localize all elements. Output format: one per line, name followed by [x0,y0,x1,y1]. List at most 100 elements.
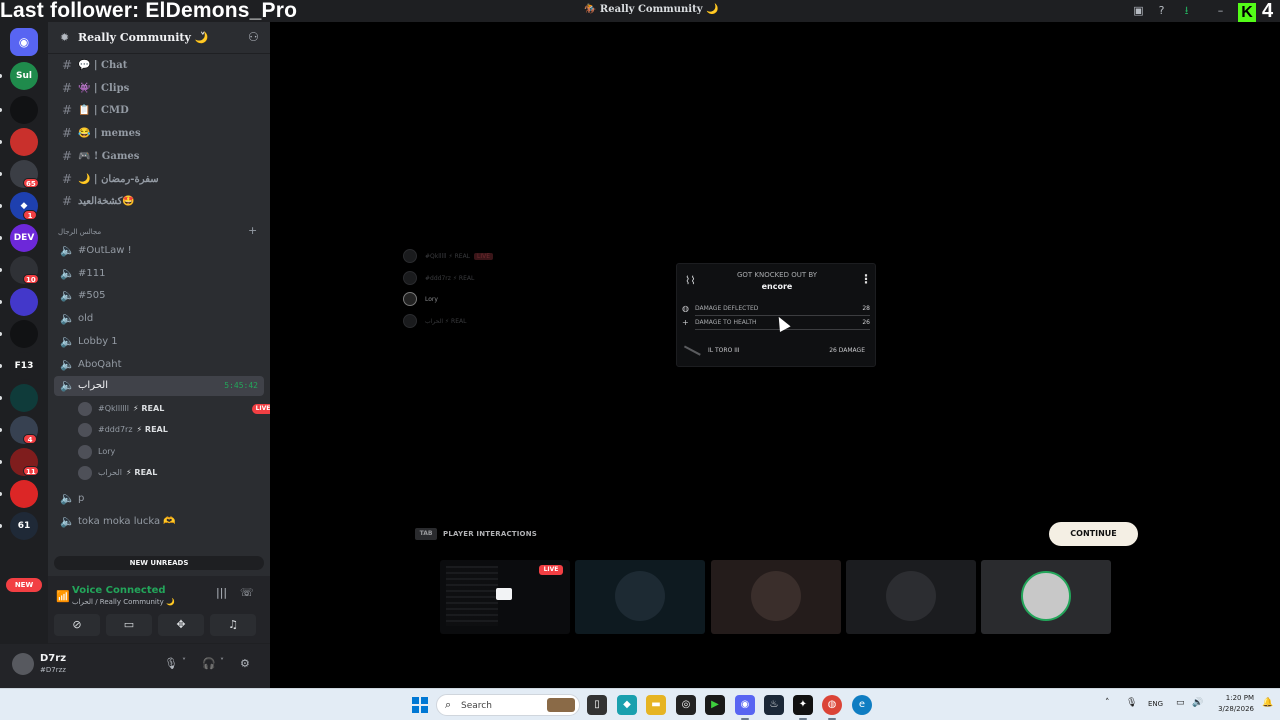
language-indicator[interactable]: ENG [1148,700,1163,708]
discord-taskbar-icon[interactable]: ◉ [735,695,755,720]
voice-channel[interactable]: 🔈 p [54,489,264,509]
text-channel[interactable]: # كشخةالعيد🤩 [54,192,264,212]
text-channel[interactable]: # 👾 | Clips [54,79,264,99]
headphones-icon[interactable]: 🎧 [202,657,216,670]
network-icon[interactable]: ▭ [1176,698,1185,708]
task-view-icon[interactable]: ▯ [587,695,607,715]
camera-off-button[interactable]: ⊘ [54,614,100,636]
microphone-icon[interactable]: 🎙 [164,657,178,670]
user-name[interactable]: D7rz [40,653,66,664]
server-icon[interactable] [10,96,38,124]
shield-icon: ◍ [682,304,689,313]
server-icon[interactable] [10,128,38,156]
server-icon[interactable] [10,288,38,316]
voice-channel[interactable]: 🔈 Lobby 1 [54,332,264,352]
speaker-icon: 🔈 [60,378,75,392]
kick-logo-icon: K [1238,3,1256,23]
microphone-icon[interactable]: 🎙 [1126,698,1137,708]
terminal-icon[interactable]: ▶ [705,695,725,715]
avatar [403,270,417,285]
search-placeholder: Search [461,701,492,711]
server-icon[interactable]: 61 [10,512,38,540]
hashtag-icon: # [61,103,73,118]
file-explorer-icon[interactable]: ▬ [646,695,666,715]
channel-name: كشخةالعيد🤩 [78,196,135,208]
search-highlight-image [547,698,575,712]
participant-tile[interactable] [981,560,1111,634]
help-icon[interactable]: ? [1155,4,1168,17]
text-channel[interactable]: # 😂 | memes [54,124,264,144]
download-icon[interactable]: ⭳ [1180,4,1193,17]
text-channel[interactable]: # 🎮 ! Games [54,147,264,167]
text-channel[interactable]: # 💬 | Chat [54,56,264,76]
notification-bell-icon[interactable]: 🔔 [1262,698,1273,708]
soundboard-button[interactable]: ♫ [210,614,256,636]
noise-suppression-icon[interactable]: ||| [216,586,227,599]
voice-user[interactable]: Lory💬 [78,442,264,462]
stream-tile-screen[interactable]: LIVE [440,560,570,634]
inbox-icon[interactable]: ▣ [1132,4,1145,17]
unread-indicator [0,74,2,78]
windows-start-icon[interactable] [412,697,428,713]
new-unreads-bar[interactable]: NEW UNREADS [54,556,264,570]
volume-icon[interactable]: 🔊 [1192,698,1203,708]
voice-channel[interactable]: 🔈 #111 [54,264,264,284]
signal-icon[interactable]: 📶 [56,590,70,603]
mention-badge: 1 [23,210,37,220]
voice-channel[interactable]: 🔈 toka moka lucka 🫶 [54,512,264,532]
server-icon[interactable]: F13 [10,352,38,380]
category-header[interactable]: مجالس الرجال [58,228,101,236]
stream-view[interactable]: #Qklllll ⚡ REAL LIVE #ddd7rz ⚡ REAL Lory ال… [270,22,1280,688]
voice-channel[interactable]: 🔈 #OutLaw ! [54,241,264,261]
create-channel-icon[interactable]: + [248,224,257,237]
more-options-icon[interactable]: ⋮ [860,272,872,286]
voice-user[interactable]: الحراب⚡ REAL🎮 [78,463,264,483]
server-icon[interactable] [10,320,38,348]
voice-channel[interactable]: 🔈 AboQaht [54,355,264,375]
chevron-down-icon[interactable]: ˅ [182,657,186,666]
participant-tile[interactable] [575,560,705,634]
voice-channel-active[interactable]: 🔈 الحراب 5:45:42 [54,376,264,396]
taskbar-search[interactable]: ⌕ Search [436,694,580,716]
activities-button[interactable]: ✥ [158,614,204,636]
avatar [886,571,936,621]
user-tag: ⚡ REAL [126,467,158,477]
screen-share-icon [496,588,512,600]
chevron-down-icon[interactable]: ˅ [220,657,224,666]
voice-channel[interactable]: 🔈 #505 [54,286,264,306]
voice-user[interactable]: #Qkllllll⚡ REALLIVE⛶ [78,399,270,419]
discord-home-icon[interactable]: ◉ [10,28,38,56]
game-icon[interactable]: ✦ [793,695,813,720]
copilot-icon[interactable]: ◆ [617,695,637,715]
screen-share-button[interactable]: ▭ [106,614,152,636]
clock[interactable]: 1:20 PM 3/28/2026 [1214,693,1254,715]
avatar[interactable] [12,653,34,675]
text-channel[interactable]: # 🌙 | سفرة-رمضان [54,170,264,190]
weapon-name: IL TORO III [708,347,740,354]
chevron-up-icon[interactable]: ˄ [1105,698,1110,708]
steam-icon[interactable]: ♨ [764,695,784,715]
new-unreads-pill[interactable]: NEW [6,578,42,592]
chrome-icon[interactable]: ◍ [822,695,842,720]
server-icon[interactable] [10,384,38,412]
gear-icon[interactable]: ⚙ [240,657,250,670]
voice-user[interactable]: #ddd7rz⚡ REAL🔧 [78,420,264,440]
guild-header[interactable]: ✹ Really Community 🌙 ˅ ⚇ [48,22,270,54]
continue-button[interactable]: CONTINUE [1049,522,1138,546]
obs-icon[interactable]: ◎ [676,695,696,715]
minimize-icon[interactable]: – [1214,4,1227,17]
edge-icon[interactable]: e [852,695,872,715]
server-icon[interactable]: DEV [10,224,38,252]
invite-people-icon[interactable]: ⚇ [248,30,259,44]
kick-viewer-count: 4 [1262,0,1274,22]
server-icon[interactable]: Sul [10,62,38,90]
player-name: الحراب [425,317,443,325]
voice-channel[interactable]: 🔈 old [54,309,264,329]
disconnect-icon[interactable]: ☏ [240,586,254,599]
server-icon[interactable] [10,480,38,508]
text-channel[interactable]: # 📋 | CMD [54,101,264,121]
voice-connected-title[interactable]: Voice Connected [72,585,166,596]
participant-tile[interactable] [711,560,841,634]
voice-timer: 5:45:42 [224,381,258,390]
participant-tile[interactable] [846,560,976,634]
